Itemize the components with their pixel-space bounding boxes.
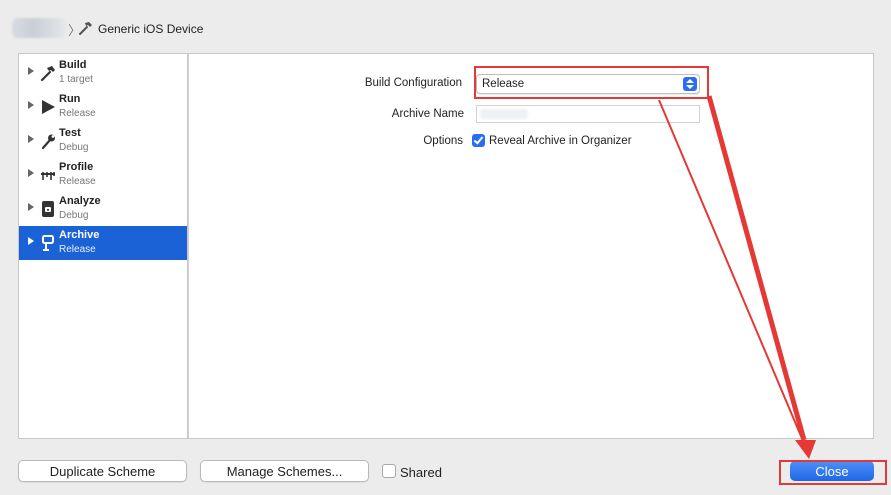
sidebar-item-title: Run (59, 93, 81, 105)
analyze-icon (42, 201, 54, 217)
sidebar-item-analyze[interactable]: Analyze Debug (19, 192, 187, 226)
disclosure-triangle-icon[interactable] (28, 135, 34, 143)
sidebar-item-title: Test (59, 127, 81, 139)
destination-device[interactable]: Generic iOS Device (98, 22, 203, 36)
reveal-in-organizer-label[interactable]: Reveal Archive in Organizer (489, 135, 632, 147)
sidebar-item-title: Build (59, 59, 87, 71)
sidebar-item-title: Analyze (59, 195, 101, 207)
annotation-box-build-config (474, 66, 709, 99)
disclosure-triangle-icon[interactable] (28, 101, 34, 109)
sidebar-item-subtitle: Debug (59, 142, 89, 153)
disclosure-triangle-icon[interactable] (28, 67, 34, 75)
annotation-box-close (779, 460, 887, 485)
manage-schemes-button[interactable]: Manage Schemes... (200, 460, 369, 482)
sidebar-item-build[interactable]: Build 1 target (19, 56, 187, 90)
reveal-in-organizer-checkbox[interactable] (472, 134, 485, 147)
wrench-icon (41, 134, 55, 150)
scheme-toolbar: 〉 Generic iOS Device (0, 0, 891, 52)
hammer-icon (79, 22, 92, 35)
disclosure-triangle-icon[interactable] (28, 203, 34, 211)
archive-name-blurred (480, 109, 528, 119)
sidebar-item-run[interactable]: Run Release (19, 90, 187, 124)
archive-icon (42, 235, 54, 251)
annotation-arrowhead (795, 440, 816, 459)
sidebar-item-subtitle: Release (59, 108, 96, 119)
hammer-icon (40, 66, 55, 82)
play-icon (42, 100, 55, 114)
archive-name-field[interactable] (476, 105, 700, 123)
sidebar-item-subtitle: Debug (59, 210, 89, 221)
sidebar-item-archive[interactable]: Archive Release (19, 226, 187, 260)
sidebar-item-test[interactable]: Test Debug (19, 124, 187, 158)
sidebar-item-title: Profile (59, 161, 94, 173)
shared-label[interactable]: Shared (400, 465, 442, 480)
sidebar-item-title: Archive (59, 229, 100, 241)
scheme-actions-sidebar: Build 1 target Run Release Test Debug Pr… (18, 53, 188, 439)
sidebar-item-subtitle: Release (59, 244, 96, 255)
sidebar-item-profile[interactable]: Profile Release (19, 158, 187, 192)
build-configuration-label: Build Configuration (364, 77, 462, 89)
duplicate-scheme-button[interactable]: Duplicate Scheme (18, 460, 187, 482)
gauge-icon (41, 172, 55, 180)
sidebar-item-subtitle: 1 target (59, 74, 93, 85)
disclosure-triangle-icon[interactable] (28, 237, 34, 245)
disclosure-triangle-icon[interactable] (28, 169, 34, 177)
sidebar-item-subtitle: Release (59, 176, 96, 187)
app-icon-blurred (12, 18, 66, 38)
options-label: Options (423, 135, 463, 147)
shared-checkbox[interactable] (382, 464, 396, 478)
archive-name-label: Archive Name (391, 108, 464, 120)
